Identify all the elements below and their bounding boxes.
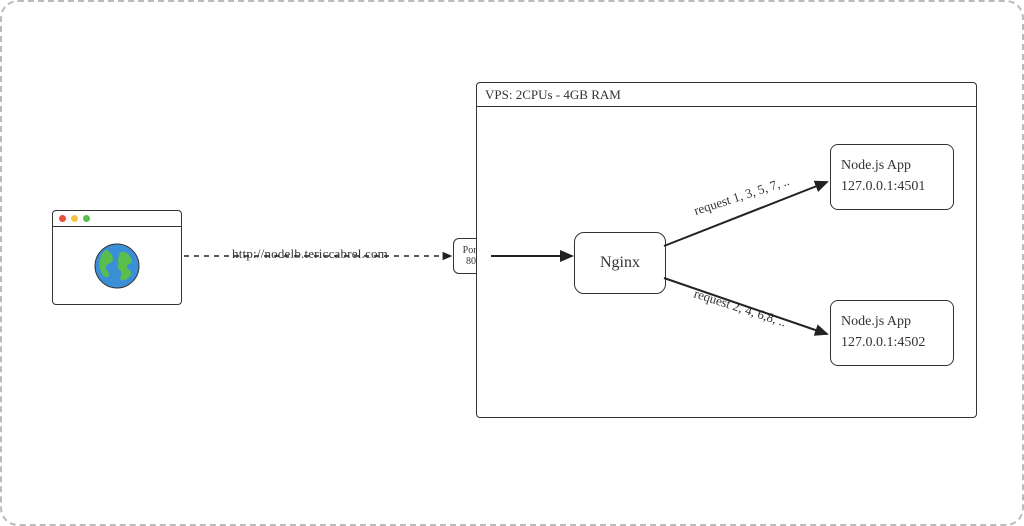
app1-name: Node.js App [841,155,943,176]
browser-body [53,227,181,304]
port-label-bottom: 80 [466,256,476,267]
browser-titlebar [53,211,181,227]
globe-icon [91,240,143,292]
nginx-box: Nginx [574,232,666,294]
app2-address: 127.0.0.1:4502 [841,332,943,353]
vps-container: VPS: 2CPUs - 4GB RAM [476,82,977,418]
browser-window [52,210,182,305]
proxy-name: Nginx [600,254,640,272]
app2-name: Node.js App [841,311,943,332]
app1-address: 127.0.0.1:4501 [841,176,943,197]
window-close-dot [59,215,66,222]
window-maximize-dot [83,215,90,222]
nodejs-app-2: Node.js App 127.0.0.1:4502 [830,300,954,366]
vps-title: VPS: 2CPUs - 4GB RAM [477,83,976,107]
url-label: http://nodelb.tericcabrel.com [232,246,388,262]
diagram-canvas: http://nodelb.tericcabrel.com Port 80 VP… [0,0,1024,526]
window-minimize-dot [71,215,78,222]
nodejs-app-1: Node.js App 127.0.0.1:4501 [830,144,954,210]
